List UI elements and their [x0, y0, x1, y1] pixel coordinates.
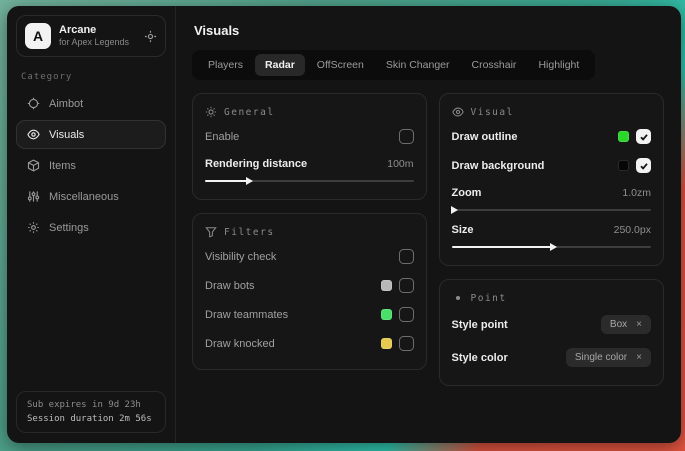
sidebar-item-label: Miscellaneous	[49, 191, 119, 203]
sidebar-item-settings[interactable]: Settings	[16, 213, 166, 242]
crosshair-icon	[27, 97, 40, 110]
section-title-general: General	[224, 107, 275, 118]
draw-outline-checkbox[interactable]	[636, 129, 651, 144]
sidebar-item-label: Aimbot	[49, 98, 83, 110]
sliders-icon	[27, 190, 40, 203]
visibility-check-label: Visibility check	[205, 251, 276, 263]
sidebar-item-aimbot[interactable]: Aimbot	[16, 89, 166, 118]
size-value: 250.0px	[614, 224, 651, 236]
sidebar-item-visuals[interactable]: Visuals	[16, 120, 166, 149]
style-point-row: Style point Box ×	[452, 308, 652, 341]
sun-icon	[205, 106, 217, 118]
draw-knocked-row: Draw knocked	[205, 329, 414, 358]
filters-card: Filters Visibility check Draw bots	[192, 213, 427, 370]
draw-bots-label: Draw bots	[205, 280, 255, 292]
remove-icon[interactable]: ×	[636, 352, 642, 363]
general-card: General Enable Rendering distance 100m	[192, 93, 427, 200]
draw-teammates-label: Draw teammates	[205, 309, 288, 321]
draw-background-color-swatch[interactable]	[618, 160, 629, 171]
draw-background-checkbox[interactable]	[636, 158, 651, 173]
visual-card: Visual Draw outline Draw background	[439, 93, 665, 266]
tab-highlight[interactable]: Highlight	[528, 54, 589, 76]
enable-checkbox[interactable]	[399, 129, 414, 144]
zoom-row: Zoom 1.0zm	[452, 180, 652, 203]
draw-outline-label: Draw outline	[452, 131, 518, 143]
rendering-distance-value: 100m	[387, 158, 413, 170]
sidebar-nav: Aimbot Visuals Items	[16, 89, 166, 242]
slider-thumb[interactable]	[550, 243, 557, 251]
rendering-distance-label: Rendering distance	[205, 158, 307, 170]
style-color-label: Style color	[452, 352, 508, 364]
sidebar-item-items[interactable]: Items	[16, 151, 166, 180]
size-row: Size 250.0px	[452, 217, 652, 240]
visibility-check-row: Visibility check	[205, 242, 414, 271]
subscription-info-card: Sub expires in 9d 23h Session duration 2…	[16, 391, 166, 433]
page-title: Visuals	[194, 23, 664, 38]
eye-icon	[452, 106, 464, 118]
point-icon	[452, 292, 464, 304]
category-label: Category	[21, 72, 161, 82]
draw-knocked-color-swatch[interactable]	[381, 338, 392, 349]
rendering-distance-slider[interactable]	[205, 176, 414, 185]
sidebar: A Arcane for Apex Legends Category	[7, 6, 176, 443]
gear-icon	[27, 221, 40, 234]
tab-players[interactable]: Players	[198, 54, 253, 76]
draw-bots-color-swatch[interactable]	[381, 280, 392, 291]
draw-outline-color-swatch[interactable]	[618, 131, 629, 142]
draw-bots-row: Draw bots	[205, 271, 414, 300]
focus-target-icon[interactable]	[144, 30, 157, 43]
app-logo: A	[25, 23, 51, 49]
enable-row: Enable	[205, 122, 414, 151]
style-point-label: Style point	[452, 319, 508, 331]
draw-knocked-label: Draw knocked	[205, 338, 275, 350]
style-color-chip[interactable]: Single color ×	[566, 348, 651, 367]
enable-label: Enable	[205, 131, 239, 143]
app-window: A Arcane for Apex Legends Category	[7, 6, 681, 443]
style-point-chip[interactable]: Box ×	[601, 315, 651, 334]
draw-outline-row: Draw outline	[452, 122, 652, 151]
draw-bots-checkbox[interactable]	[399, 278, 414, 293]
section-title-filters: Filters	[224, 227, 275, 238]
tab-offscreen[interactable]: OffScreen	[307, 54, 374, 76]
size-label: Size	[452, 224, 474, 236]
zoom-label: Zoom	[452, 187, 482, 199]
size-slider[interactable]	[452, 242, 652, 251]
draw-teammates-checkbox[interactable]	[399, 307, 414, 322]
visibility-check-checkbox[interactable]	[399, 249, 414, 264]
funnel-icon	[205, 226, 217, 238]
slider-thumb[interactable]	[246, 177, 253, 185]
tab-radar[interactable]: Radar	[255, 54, 305, 76]
zoom-value: 1.0zm	[622, 187, 651, 199]
sidebar-item-label: Items	[49, 160, 76, 172]
session-duration-text: Session duration 2m 56s	[27, 414, 155, 424]
eye-icon	[27, 128, 40, 141]
draw-teammates-row: Draw teammates	[205, 300, 414, 329]
style-color-row: Style color Single color ×	[452, 341, 652, 374]
brand-card: A Arcane for Apex Legends	[16, 15, 166, 57]
visuals-tabbar: Players Radar OffScreen Skin Changer Cro…	[192, 50, 595, 80]
tab-skin-changer[interactable]: Skin Changer	[376, 54, 460, 76]
main-panel: Visuals Players Radar OffScreen Skin Cha…	[176, 6, 681, 443]
draw-background-row: Draw background	[452, 151, 652, 180]
remove-icon[interactable]: ×	[636, 319, 642, 330]
tab-crosshair[interactable]: Crosshair	[462, 54, 527, 76]
point-card: Point Style point Box × Style color Sing…	[439, 279, 665, 386]
zoom-slider[interactable]	[452, 205, 652, 214]
draw-background-label: Draw background	[452, 160, 545, 172]
section-title-point: Point	[471, 293, 507, 304]
draw-teammates-color-swatch[interactable]	[381, 309, 392, 320]
sidebar-item-miscellaneous[interactable]: Miscellaneous	[16, 182, 166, 211]
section-title-visual: Visual	[471, 107, 514, 118]
draw-knocked-checkbox[interactable]	[399, 336, 414, 351]
box-icon	[27, 159, 40, 172]
sidebar-item-label: Settings	[49, 222, 89, 234]
rendering-distance-row: Rendering distance 100m	[205, 151, 414, 174]
sidebar-item-label: Visuals	[49, 129, 84, 141]
brand-name: Arcane	[59, 24, 136, 38]
brand-subtitle: for Apex Legends	[59, 37, 136, 48]
slider-thumb[interactable]	[451, 206, 458, 214]
sub-expires-text: Sub expires in 9d 23h	[27, 400, 155, 410]
